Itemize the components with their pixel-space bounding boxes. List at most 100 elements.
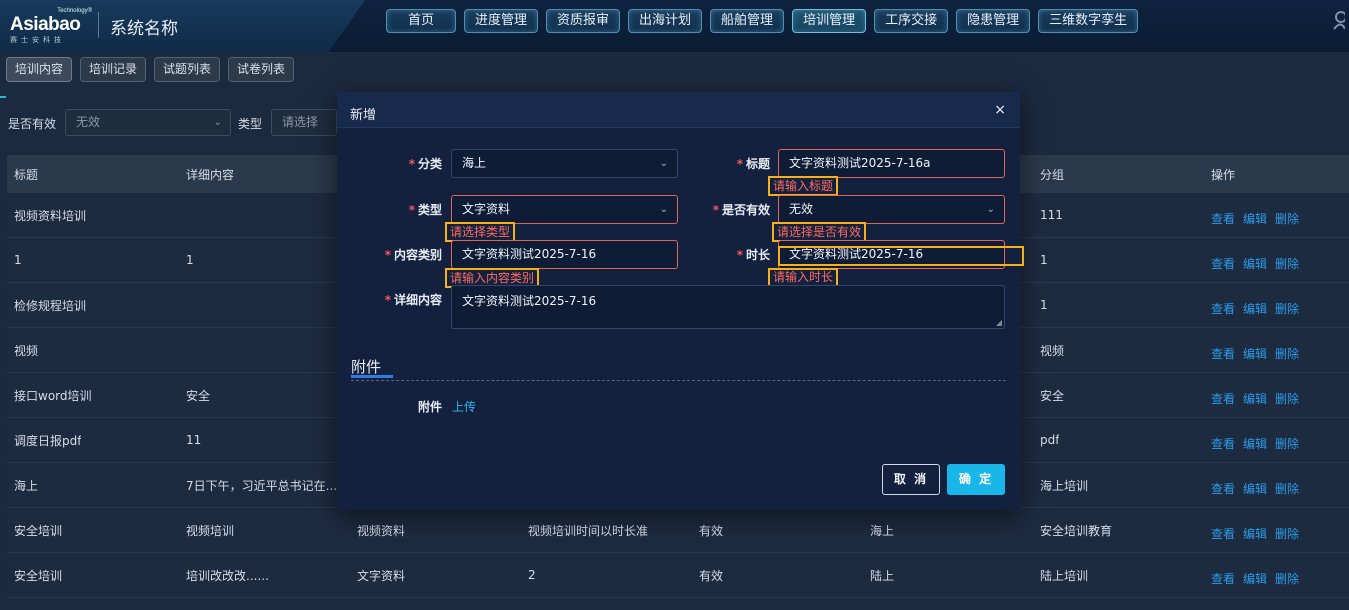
- label-valid: * 是否有效: [712, 203, 770, 217]
- title-input[interactable]: 文字资料测试2025-7-16a: [778, 149, 1005, 178]
- resize-handle-icon[interactable]: ◢: [996, 318, 1002, 327]
- detail-textarea[interactable]: 文字资料测试2025-7-16 ◢: [451, 285, 1005, 329]
- label-category: * 分类: [408, 157, 442, 171]
- view-link[interactable]: 查看: [1211, 347, 1235, 361]
- view-link[interactable]: 查看: [1211, 527, 1235, 541]
- dialog-title: 新增: [350, 108, 377, 123]
- view-link[interactable]: 查看: [1211, 212, 1235, 226]
- upload-link[interactable]: 上传: [452, 398, 476, 415]
- delete-link[interactable]: 删除: [1275, 302, 1299, 316]
- tab-question-list[interactable]: 试题列表: [154, 57, 221, 82]
- label-type: * 类型: [408, 203, 442, 217]
- delete-link[interactable]: 删除: [1275, 527, 1299, 541]
- close-icon[interactable]: ×: [994, 102, 1006, 118]
- type-value: 文字资料: [462, 202, 511, 216]
- cell-title: 检修规程培训: [14, 298, 87, 313]
- delete-link[interactable]: 删除: [1275, 482, 1299, 496]
- cell-group: 111: [1040, 208, 1063, 222]
- edit-link[interactable]: 编辑: [1243, 482, 1267, 496]
- cell-title: 视频: [14, 343, 39, 358]
- cell-group: 视频: [1040, 343, 1065, 358]
- cell-group: 陆上培训: [1040, 568, 1089, 583]
- cell-group: 安全: [1040, 388, 1065, 403]
- delete-link[interactable]: 删除: [1275, 437, 1299, 451]
- cell-group: 安全培训教育: [1040, 523, 1113, 538]
- tab-training-records[interactable]: 培训记录: [80, 57, 147, 82]
- cell-title: 1: [14, 253, 22, 267]
- cell-detail: 培训改改改......: [186, 568, 269, 583]
- edit-link[interactable]: 编辑: [1243, 257, 1267, 271]
- delete-link[interactable]: 删除: [1275, 212, 1299, 226]
- row-actions: 查看 编辑 删除: [1211, 390, 1307, 407]
- valid-select[interactable]: 无效 ⌄: [778, 195, 1005, 224]
- cell-detail: 视频培训: [186, 523, 235, 538]
- edit-link[interactable]: 编辑: [1243, 212, 1267, 226]
- filter-valid-label: 是否有效: [8, 117, 57, 131]
- nav-ship[interactable]: 船舶管理: [710, 9, 785, 33]
- delete-link[interactable]: 删除: [1275, 572, 1299, 586]
- confirm-button[interactable]: 确 定: [947, 464, 1005, 495]
- filter-type-select[interactable]: 请选择: [271, 109, 337, 136]
- accent-line: [0, 96, 6, 98]
- nav-handover[interactable]: 工序交接: [874, 9, 949, 33]
- logo-trademark: Technology®: [57, 8, 92, 14]
- nav-training[interactable]: 培训管理: [792, 9, 867, 33]
- view-link[interactable]: 查看: [1211, 257, 1235, 271]
- row-actions: 查看 编辑 删除: [1211, 300, 1307, 317]
- label-attachment: 附件: [417, 400, 442, 414]
- cancel-button[interactable]: 取 消: [882, 464, 940, 495]
- view-link[interactable]: 查看: [1211, 482, 1235, 496]
- edit-link[interactable]: 编辑: [1243, 347, 1267, 361]
- label-duration: * 时长: [736, 248, 770, 262]
- delete-link[interactable]: 删除: [1275, 257, 1299, 271]
- chevron-down-icon: ⌄: [213, 117, 222, 128]
- view-link[interactable]: 查看: [1211, 392, 1235, 406]
- nav-home[interactable]: 首页: [386, 9, 456, 33]
- main-nav: 首页 进度管理 资质报审 出海计划 船舶管理 培训管理 工序交接 隐患管理 三维…: [386, 9, 1139, 33]
- nav-qualification[interactable]: 资质报审: [546, 9, 621, 33]
- nav-digital-twin[interactable]: 三维数字孪生: [1038, 9, 1139, 33]
- chevron-down-icon: ⌄: [986, 204, 995, 215]
- cell-title: 安全培训: [14, 568, 63, 583]
- valid-error: 请选择是否有效: [772, 222, 867, 242]
- edit-link[interactable]: 编辑: [1243, 572, 1267, 586]
- cell-c4: 2: [528, 568, 536, 582]
- user-avatar-icon[interactable]: [1331, 10, 1349, 34]
- filter-type-label: 类型: [238, 117, 263, 131]
- content-type-input[interactable]: 文字资料测试2025-7-16: [451, 240, 678, 269]
- cell-group: pdf: [1040, 433, 1060, 447]
- nav-progress[interactable]: 进度管理: [464, 9, 539, 33]
- tab-training-content[interactable]: 培训内容: [6, 57, 73, 82]
- edit-link[interactable]: 编辑: [1243, 392, 1267, 406]
- nav-hazard[interactable]: 隐患管理: [956, 9, 1031, 33]
- duration-highlight: [778, 246, 1024, 266]
- delete-link[interactable]: 删除: [1275, 392, 1299, 406]
- type-select[interactable]: 文字资料 ⌄: [451, 195, 678, 224]
- sub-tabs: 培训内容 培训记录 试题列表 试卷列表: [6, 57, 295, 82]
- view-link[interactable]: 查看: [1211, 437, 1235, 451]
- label-detail: * 详细内容: [384, 293, 442, 307]
- cell-group: 1: [1040, 298, 1048, 312]
- category-value: 海上: [462, 156, 487, 170]
- category-select[interactable]: 海上 ⌄: [451, 149, 678, 178]
- view-link[interactable]: 查看: [1211, 572, 1235, 586]
- edit-link[interactable]: 编辑: [1243, 527, 1267, 541]
- edit-link[interactable]: 编辑: [1243, 302, 1267, 316]
- chevron-down-icon: ⌄: [659, 204, 668, 215]
- edit-link[interactable]: 编辑: [1243, 437, 1267, 451]
- tab-paper-list[interactable]: 试卷列表: [228, 57, 295, 82]
- filter-valid-select[interactable]: 无效 ⌄: [65, 109, 231, 136]
- view-link[interactable]: 查看: [1211, 302, 1235, 316]
- detail-value: 文字资料测试2025-7-16: [462, 294, 597, 308]
- delete-link[interactable]: 删除: [1275, 347, 1299, 361]
- cell-detail: 安全: [186, 388, 211, 403]
- cell-c6: 陆上: [870, 568, 895, 583]
- nav-sea-plan[interactable]: 出海计划: [628, 9, 703, 33]
- cell-c3: 文字资料: [357, 568, 406, 583]
- cell-c4: 视频培训时间以时长准: [528, 523, 649, 538]
- table-row: 安全培训 培训改改改...... 文字资料 2 有效 陆上 陆上培训 查看 编辑 删除: [7, 553, 1349, 598]
- cell-c5: 有效: [699, 568, 724, 583]
- cell-detail: 1: [186, 253, 194, 267]
- cell-group: 1: [1040, 253, 1048, 267]
- section-divider: [351, 380, 1006, 381]
